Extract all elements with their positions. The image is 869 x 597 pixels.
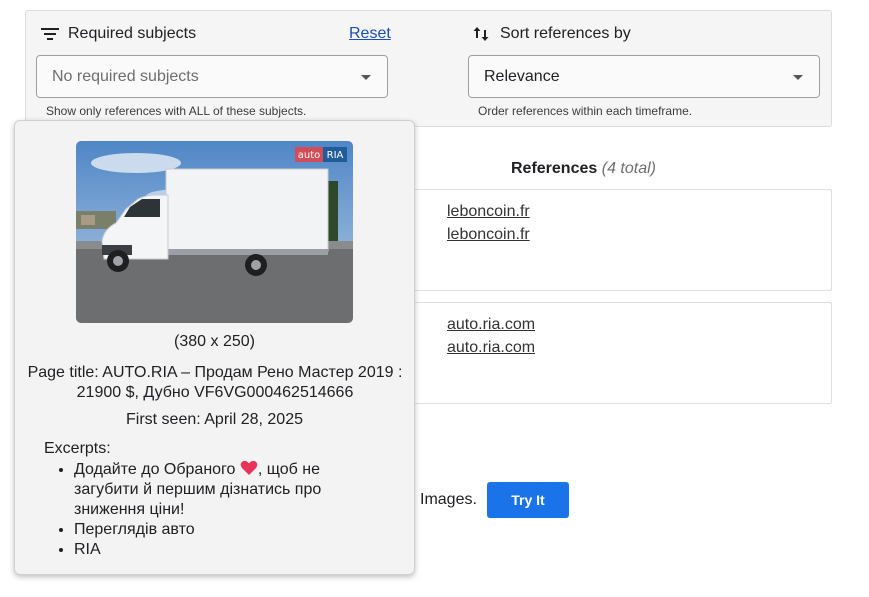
logo-text-right: RIA: [327, 150, 344, 161]
excerpt-text: Додайте до Обраного: [74, 461, 240, 478]
filter-list-icon: [40, 25, 60, 43]
references-title: References: [511, 160, 598, 177]
required-subjects-helper: Show only references with ALL of these s…: [46, 104, 307, 118]
reference-link[interactable]: leboncoin.fr: [447, 203, 530, 221]
dropdown-arrow-icon: [361, 75, 371, 80]
required-subjects-select[interactable]: No required subjects: [36, 55, 388, 98]
sort-helper: Order references within each timeframe.: [478, 104, 693, 118]
reference-link[interactable]: auto.ria.com: [447, 339, 535, 357]
sort-select[interactable]: Relevance: [468, 55, 820, 98]
references-heading: References (4 total): [511, 160, 656, 178]
try-it-button[interactable]: Try It: [487, 482, 569, 518]
sort-header: Sort references by: [472, 25, 631, 43]
required-subjects-value: No required subjects: [52, 67, 199, 85]
excerpt-item: RIA: [74, 540, 374, 560]
reset-link[interactable]: Reset: [349, 25, 391, 43]
reference-thumbnail: auto RIA: [76, 141, 353, 323]
required-subjects-header: Required subjects: [40, 25, 196, 43]
page-title: Page title: AUTO.RIA – Продам Рено Масте…: [27, 364, 403, 401]
reference-card: leboncoin.fr leboncoin.fr: [405, 189, 832, 291]
swap-vert-icon: [472, 25, 492, 43]
heart-icon: [240, 460, 258, 476]
excerpts-label: Excerpts:: [44, 440, 111, 457]
logo-text-left: auto: [298, 150, 321, 161]
excerpt-item: Додайте до Обраного , щоб не загубити й …: [74, 460, 374, 520]
required-subjects-label: Required subjects: [68, 25, 197, 42]
excerpts-list: Додайте до Обраного , щоб не загубити й …: [50, 460, 374, 560]
promo-text: Images.: [420, 491, 477, 508]
first-seen-date: First seen: April 28, 2025: [126, 411, 303, 428]
image-dimensions: (380 x 250): [174, 333, 255, 350]
references-count: (4 total): [601, 160, 656, 177]
sort-value: Relevance: [484, 67, 560, 85]
reference-link[interactable]: auto.ria.com: [447, 316, 535, 334]
reference-card: auto.ria.com auto.ria.com: [405, 302, 832, 404]
dropdown-arrow-icon: [793, 75, 803, 80]
reference-link[interactable]: leboncoin.fr: [447, 226, 530, 244]
sort-label: Sort references by: [500, 25, 631, 42]
reference-preview-popup: auto RIA (380 x 250) Page title: AUTO.RI…: [14, 120, 415, 575]
filter-panel: Required subjects Reset Sort references …: [25, 10, 832, 127]
excerpt-item: Переглядів авто: [74, 520, 374, 540]
